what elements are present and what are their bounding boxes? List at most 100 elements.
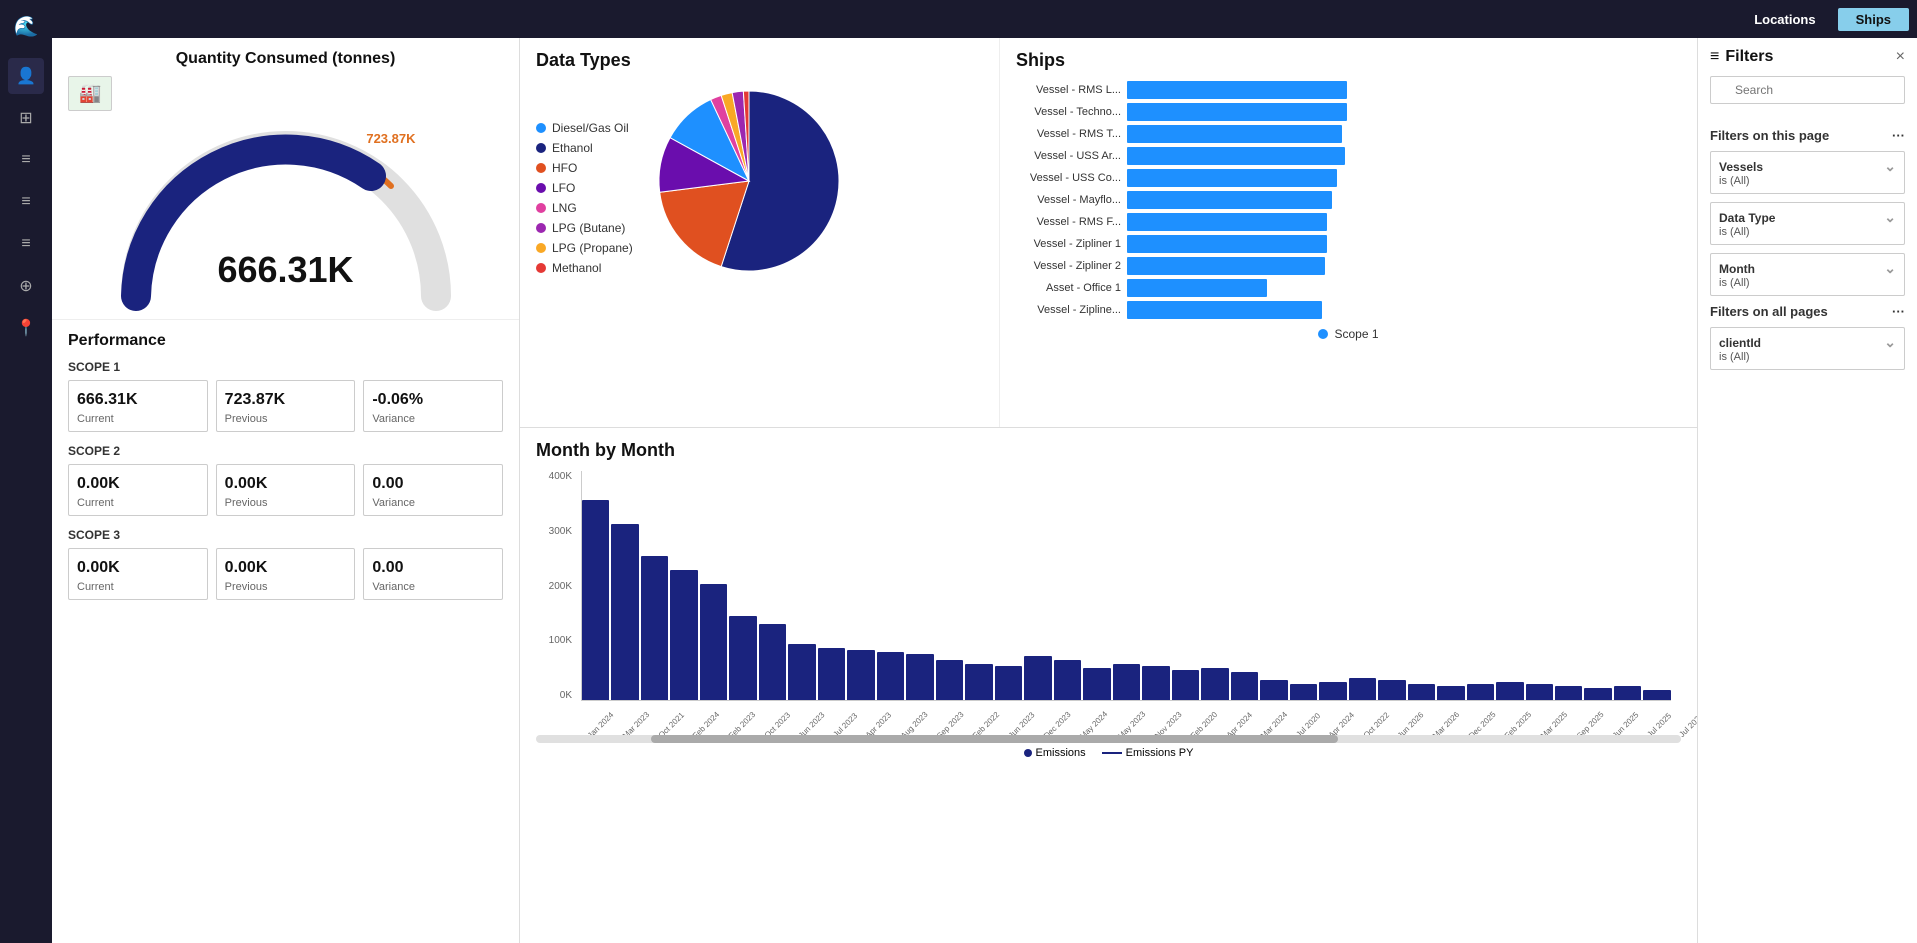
ships-bars: Vessel - RMS L... Vessel - Techno... Ves… [1016,81,1681,319]
bar-column [1378,680,1405,700]
bar-column [582,500,609,700]
sidebar-item-globe[interactable]: ⊕ [8,268,44,304]
bar-column [1437,686,1464,700]
legend-dot [536,203,546,213]
ship-row: Vessel - Techno... [1016,103,1681,121]
bar-rect [1643,690,1670,700]
scope2-row: 0.00K Current 0.00K Previous 0.00 Varian… [68,464,503,516]
bar-column [1260,680,1287,700]
gauge-icon-button[interactable]: 🏭 [68,76,112,111]
ship-bar [1127,301,1322,319]
legend-text: HFO [552,161,577,175]
sidebar-item-location[interactable]: 📍 [8,310,44,346]
bar-column [1142,666,1169,700]
performance-title: Performance [68,332,503,350]
sidebar-item-dashboard[interactable]: ⊞ [8,100,44,136]
ship-row: Vessel - USS Ar... [1016,147,1681,165]
gauge-current-value: 666.31K [217,249,353,291]
ship-bar [1127,81,1347,99]
filter-all-card-dots[interactable]: ⌄ [1884,334,1896,351]
bar-column [641,556,668,700]
ship-label: Vessel - Zipliner 1 [1016,238,1121,250]
filter-card[interactable]: Vessels ⌄ is (All) [1710,151,1905,194]
ship-label: Vessel - Techno... [1016,106,1121,118]
filter-icon: ≡ [1710,48,1719,66]
bar-rect [1467,684,1494,700]
bar-column [1467,684,1494,700]
filter-card[interactable]: Data Type ⌄ is (All) [1710,202,1905,245]
filter-card[interactable]: Month ⌄ is (All) [1710,253,1905,296]
x-labels: Jan 2024Mar 2023Oct 2021Feb 2024Feb 2023… [581,722,1671,731]
ship-row: Vessel - USS Co... [1016,169,1681,187]
gauge-container: 723.87K 666.31K [96,111,476,311]
legend-item: LPG (Propane) [536,241,633,255]
filter-cards-container: Vessels ⌄ is (All) Data Type ⌄ is (All) … [1710,151,1905,296]
filters-all-pages-dots[interactable]: ··· [1892,304,1905,319]
emissions-py-legend-label: Emissions PY [1126,747,1194,759]
bar-rect [1437,686,1464,700]
bar-rect [1555,686,1582,700]
scope3-variance-card: 0.00 Variance [363,548,503,600]
chart-scrollbar[interactable] [536,735,1681,743]
sidebar: 🌊 👤 ⊞ ≡ ≡ ≡ ⊕ 📍 [0,0,52,943]
filter-all-card[interactable]: clientId ⌄ is (All) [1710,327,1905,370]
scope1-current-label: Current [77,413,199,425]
bar-column [1584,688,1611,700]
bar-rect [1290,684,1317,700]
y-axis-label: 0K [560,690,572,701]
month-chart-title: Month by Month [536,440,1681,461]
filters-on-page-header: Filters on this page ··· [1710,128,1905,143]
bar-rect [1054,660,1081,700]
bar-rect [1142,666,1169,700]
ship-bar [1127,235,1327,253]
scope2-current-value: 0.00K [77,475,199,493]
locations-button[interactable]: Locations [1736,8,1833,31]
scope1-previous-value: 723.87K [225,391,347,409]
left-panel: Quantity Consumed (tonnes) 🏭 723.87K 666… [52,38,520,943]
legend-dot [536,243,546,253]
pie-svg [649,81,849,281]
ship-bar [1127,103,1347,121]
scope1-variance-label: Variance [372,413,494,425]
filters-close-button[interactable]: × [1896,48,1905,66]
filter-card-dots[interactable]: ⌄ [1884,158,1896,175]
scope1-row: 666.31K Current 723.87K Previous -0.06% … [68,380,503,432]
bar-rect [1083,668,1110,700]
bar-column [1024,656,1051,700]
y-axis-label: 100K [549,635,572,646]
legend-text: Diesel/Gas Oil [552,121,629,135]
filter-card-header: Vessels ⌄ [1719,158,1896,175]
bar-rect [847,650,874,700]
bar-column [1349,678,1376,700]
ship-bar [1127,147,1345,165]
ship-label: Vessel - RMS F... [1016,216,1121,228]
bar-rect [1378,680,1405,700]
filter-all-card-header: clientId ⌄ [1719,334,1896,351]
bar-column [1643,690,1670,700]
filter-card-name: Month [1719,262,1755,276]
month-section: Month by Month 400K300K200K100K0K Jan 20… [520,428,1697,943]
chart-scrollbar-thumb[interactable] [651,735,1338,743]
sidebar-item-menu3[interactable]: ≡ [8,226,44,262]
scope1-current-card: 666.31K Current [68,380,208,432]
sidebar-item-menu1[interactable]: ≡ [8,142,44,178]
ships-button[interactable]: Ships [1838,8,1909,31]
bar-rect [1172,670,1199,700]
filter-card-value: is (All) [1719,226,1896,238]
bar-column [877,652,904,700]
filters-search-input[interactable] [1710,76,1905,104]
filters-on-page-dots[interactable]: ··· [1892,128,1905,143]
filter-card-dots[interactable]: ⌄ [1884,260,1896,277]
bar-rect [1231,672,1258,700]
y-axis-label: 200K [549,581,572,592]
legend-dot [536,143,546,153]
legend-item: LPG (Butane) [536,221,633,235]
scope2-previous-card: 0.00K Previous [216,464,356,516]
ship-row: Vessel - Zipline... [1016,301,1681,319]
filter-card-dots[interactable]: ⌄ [1884,209,1896,226]
sidebar-item-menu2[interactable]: ≡ [8,184,44,220]
sidebar-item-profile[interactable]: 👤 [8,58,44,94]
scope3-current-card: 0.00K Current [68,548,208,600]
bar-rect [1201,668,1228,700]
bar-rect [611,524,638,700]
